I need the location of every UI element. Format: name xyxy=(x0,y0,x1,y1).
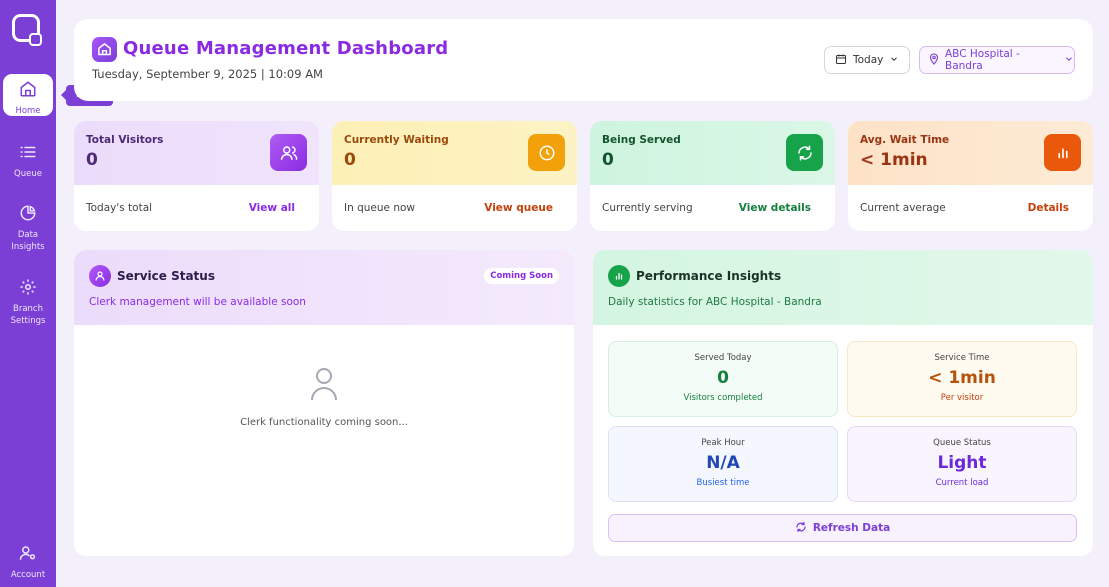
metric-peak-hour: Peak Hour N/A Busiest time xyxy=(608,426,838,502)
date-filter-dropdown[interactable]: Today xyxy=(824,46,910,74)
refresh-icon xyxy=(795,521,807,536)
sidebar-item-home[interactable]: Home xyxy=(3,74,53,116)
user-placeholder-icon xyxy=(311,367,337,405)
location-pin-icon xyxy=(928,52,940,68)
bar-chart-icon xyxy=(608,265,630,287)
coming-soon-badge: Coming Soon xyxy=(484,268,559,284)
sidebar: Home Queue Data Insights Branch Settings… xyxy=(0,0,56,587)
metric-caption: Current load xyxy=(935,478,989,488)
sidebar-item-label: Branch Settings xyxy=(10,304,46,326)
sidebar-item-branch-settings[interactable]: Branch Settings xyxy=(3,278,53,327)
metric-value: Light xyxy=(937,453,987,473)
sidebar-item-label: Queue xyxy=(14,169,42,179)
users-icon xyxy=(270,134,307,171)
stat-card-being-served: Being Served 0 Currently serving View de… xyxy=(590,121,835,231)
date-filter-label: Today xyxy=(853,54,884,66)
sidebar-item-label: Data Insights xyxy=(11,230,45,252)
calendar-icon xyxy=(835,53,847,68)
metric-queue-status: Queue Status Light Current load xyxy=(847,426,1077,502)
app-logo[interactable] xyxy=(12,14,42,46)
pie-chart-icon xyxy=(19,204,37,226)
sidebar-item-account[interactable]: Account xyxy=(3,544,53,581)
metric-label: Queue Status xyxy=(933,438,991,448)
metric-label: Served Today xyxy=(694,353,752,363)
service-status-title: Service Status xyxy=(117,269,215,283)
sidebar-item-label: Account xyxy=(10,570,46,580)
stat-caption: Today's total xyxy=(86,202,153,214)
gear-icon xyxy=(19,278,37,300)
current-datetime: Tuesday, September 9, 2025 | 10:09 AM xyxy=(92,67,323,81)
stat-caption: In queue now xyxy=(344,202,415,214)
branch-label: ABC Hospital - Bandra xyxy=(945,48,1020,72)
metric-caption: Busiest time xyxy=(696,478,750,488)
stat-card-avg-wait-time: Avg. Wait Time < 1min Current average De… xyxy=(848,121,1093,231)
chevron-down-icon xyxy=(889,54,899,67)
stat-card-total-visitors: Total Visitors 0 Today's total View all xyxy=(74,121,319,231)
service-status-subtitle: Clerk management will be available soon xyxy=(89,296,306,308)
metric-service-time: Service Time < 1min Per visitor xyxy=(847,341,1077,417)
metric-value: < 1min xyxy=(928,368,996,388)
metric-value: N/A xyxy=(706,453,740,473)
refresh-data-label: Refresh Data xyxy=(812,522,891,534)
stat-card-currently-waiting: Currently Waiting 0 In queue now View qu… xyxy=(332,121,577,231)
service-status-panel: Service Status Clerk management will be … xyxy=(74,250,574,556)
sidebar-item-queue[interactable]: Queue xyxy=(3,143,53,180)
sidebar-item-data-insights[interactable]: Data Insights xyxy=(3,204,53,253)
user-icon xyxy=(89,265,111,287)
view-all-link[interactable]: View all xyxy=(249,202,295,214)
home-icon xyxy=(19,80,37,102)
empty-state-text: Clerk functionality coming soon... xyxy=(240,417,408,428)
view-queue-link[interactable]: View queue xyxy=(484,202,553,214)
metric-label: Peak Hour xyxy=(701,438,745,448)
metric-served-today: Served Today 0 Visitors completed xyxy=(608,341,838,417)
performance-subtitle: Daily statistics for ABC Hospital - Band… xyxy=(608,296,822,308)
page-title: Queue Management Dashboard xyxy=(123,38,449,59)
stat-caption: Current average xyxy=(860,202,946,214)
metric-caption: Per visitor xyxy=(940,393,984,403)
sidebar-item-label: Home xyxy=(15,106,41,116)
performance-insights-panel: Performance Insights Daily statistics fo… xyxy=(593,250,1093,556)
clock-icon xyxy=(528,134,565,171)
chevron-down-icon xyxy=(1064,54,1074,67)
stat-caption: Currently serving xyxy=(602,202,693,214)
branch-selector-dropdown[interactable]: ABC Hospital - Bandra xyxy=(919,46,1075,74)
user-settings-icon xyxy=(19,544,37,566)
metric-value: 0 xyxy=(717,368,729,388)
bar-chart-icon xyxy=(1044,134,1081,171)
performance-title: Performance Insights xyxy=(636,269,782,283)
refresh-cycle-icon xyxy=(786,134,823,171)
details-link[interactable]: Details xyxy=(1028,202,1069,214)
list-icon xyxy=(19,143,37,165)
metric-label: Service Time xyxy=(934,353,990,363)
metric-caption: Visitors completed xyxy=(683,393,763,403)
home-icon xyxy=(92,37,117,62)
view-details-link[interactable]: View details xyxy=(739,202,811,214)
dashboard-header: Queue Management Dashboard Tuesday, Sept… xyxy=(74,19,1093,101)
refresh-data-button[interactable]: Refresh Data xyxy=(608,514,1077,542)
